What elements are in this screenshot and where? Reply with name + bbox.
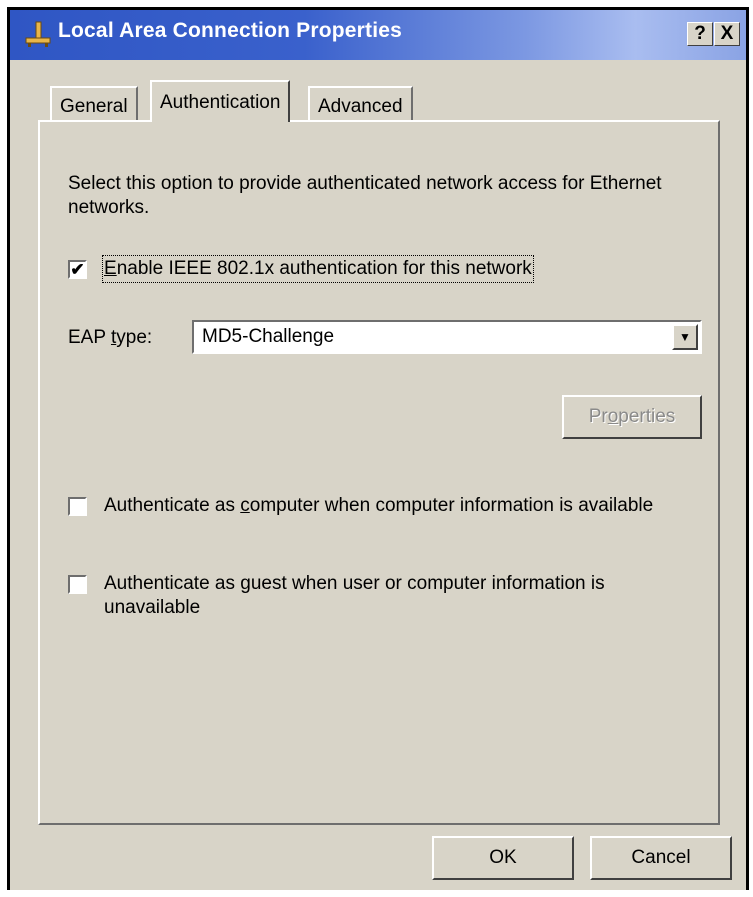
eap-type-select[interactable]: MD5-Challenge ▼ <box>192 320 702 354</box>
auth-as-guest-label[interactable]: Authenticate as guest when user or compu… <box>104 572 684 620</box>
enable-8021x-label[interactable]: Enable IEEE 802.1x authentication for th… <box>102 255 534 283</box>
ok-button[interactable]: OK <box>432 836 574 880</box>
tab-general[interactable]: General <box>50 86 138 120</box>
eap-type-value: MD5-Challenge <box>202 326 335 347</box>
close-button[interactable]: X <box>714 22 740 46</box>
authentication-panel: Select this option to provide authentica… <box>38 120 720 825</box>
auth-as-computer-checkbox[interactable] <box>68 497 87 516</box>
chevron-down-icon[interactable]: ▼ <box>672 324 698 350</box>
enable-8021x-checkbox[interactable]: ✔ <box>68 260 87 279</box>
tab-advanced[interactable]: Advanced <box>308 86 413 120</box>
properties-dialog: Local Area Connection Properties ? X Gen… <box>7 7 749 890</box>
eap-type-label: EAP type: <box>68 327 153 348</box>
auth-as-guest-checkbox[interactable] <box>68 575 87 594</box>
cancel-button[interactable]: Cancel <box>590 836 732 880</box>
tab-authentication[interactable]: Authentication <box>150 80 291 122</box>
properties-button[interactable]: Properties <box>562 395 702 439</box>
title-bar[interactable]: Local Area Connection Properties ? X <box>10 10 746 60</box>
description-text: Select this option to provide authentica… <box>68 173 662 218</box>
auth-as-computer-label[interactable]: Authenticate as computer when computer i… <box>104 494 664 518</box>
window-title: Local Area Connection Properties <box>58 19 403 42</box>
help-button[interactable]: ? <box>687 22 713 46</box>
network-connection-icon <box>25 21 51 47</box>
